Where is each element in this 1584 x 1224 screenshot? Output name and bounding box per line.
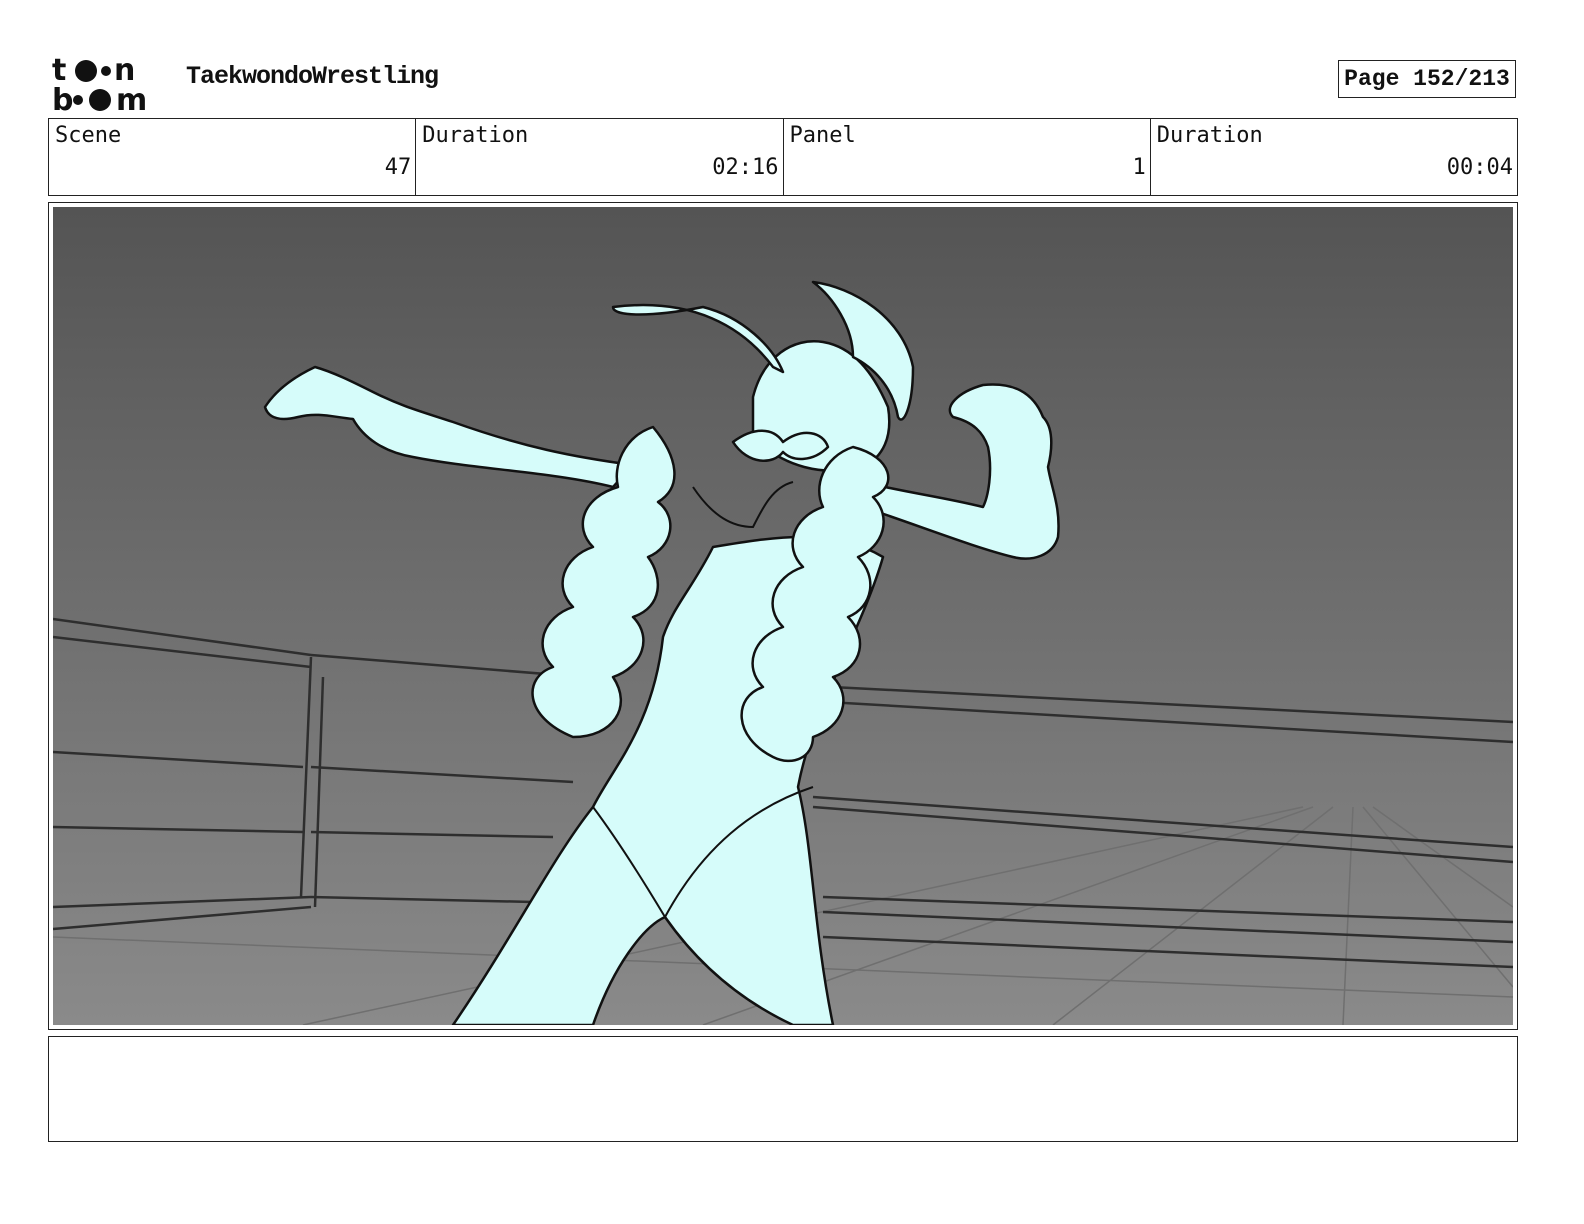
toon-boom-logo: t n b m xyxy=(52,53,147,114)
panel-duration-label: Duration xyxy=(1156,123,1263,148)
scene-value: 47 xyxy=(384,155,412,180)
page-number: Page 152/213 xyxy=(1338,60,1516,98)
panel-sketch-image xyxy=(53,207,1513,1025)
svg-text:b: b xyxy=(52,83,73,114)
storyboard-info-bar: Scene 47 Duration 02:16 Panel 1 Duration… xyxy=(48,118,1518,196)
svg-text:m: m xyxy=(116,83,147,114)
scene-duration-value: 02:16 xyxy=(712,155,779,180)
scene-duration-label: Duration xyxy=(422,123,529,148)
panel-duration-cell: Duration 00:04 xyxy=(1151,119,1517,195)
panel-notes-box xyxy=(48,1036,1518,1142)
scene-label: Scene xyxy=(55,123,122,148)
panel-label: Panel xyxy=(789,123,856,148)
storyboard-panel xyxy=(48,202,1518,1030)
panel-cell: Panel 1 xyxy=(784,119,1151,195)
scene-cell: Scene 47 xyxy=(49,119,417,195)
scene-duration-cell: Duration 02:16 xyxy=(416,119,784,195)
panel-value: 1 xyxy=(1132,155,1146,180)
panel-duration-value: 00:04 xyxy=(1446,155,1513,180)
project-title: TaekwondoWrestling xyxy=(186,62,439,91)
